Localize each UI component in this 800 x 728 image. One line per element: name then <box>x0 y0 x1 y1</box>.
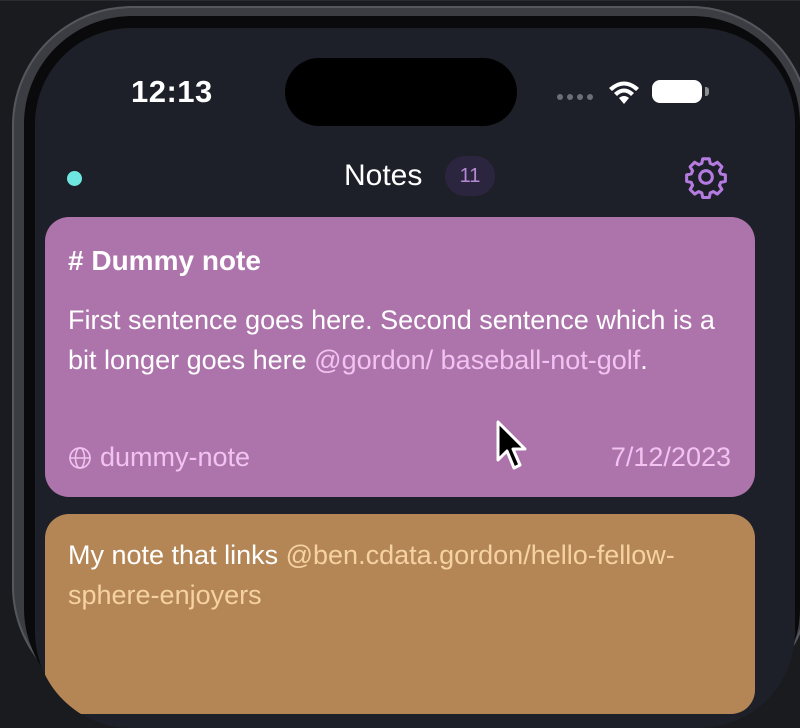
note-card[interactable]: # Dummy note First sentence goes here. S… <box>45 217 755 497</box>
signal-icon <box>557 94 593 100</box>
note-body-end: . <box>640 345 648 375</box>
note-body-text: My note that links <box>68 540 286 570</box>
page-title: Notes <box>344 159 423 192</box>
note-body: My note that links @ben.cdata.gordon/hel… <box>68 535 728 615</box>
note-slug-text: dummy-note <box>100 442 251 472</box>
note-body: First sentence goes here. Second sentenc… <box>68 300 728 380</box>
backdrop <box>0 0 800 1</box>
battery-icon <box>652 80 702 103</box>
note-count-badge: 11 <box>445 156 495 196</box>
mouse-cursor-icon <box>496 420 527 470</box>
note-card[interactable]: My note that links @ben.cdata.gordon/hel… <box>45 514 755 714</box>
gear-icon[interactable] <box>683 154 729 200</box>
app-screen: 12:13 Notes 11 # Dummy note First senten… <box>35 28 795 728</box>
dynamic-island <box>285 58 517 126</box>
status-dot <box>67 171 82 186</box>
battery-cap <box>705 87 709 96</box>
note-slug[interactable]: dummy-note <box>68 442 250 473</box>
note-title: # Dummy note <box>68 245 261 276</box>
status-time: 12:13 <box>131 74 213 109</box>
note-mention-link[interactable]: @gordon/ baseball-not-golf <box>314 345 640 375</box>
wifi-icon <box>609 81 639 104</box>
globe-icon <box>69 446 91 469</box>
note-date: 7/12/2023 <box>610 442 731 472</box>
